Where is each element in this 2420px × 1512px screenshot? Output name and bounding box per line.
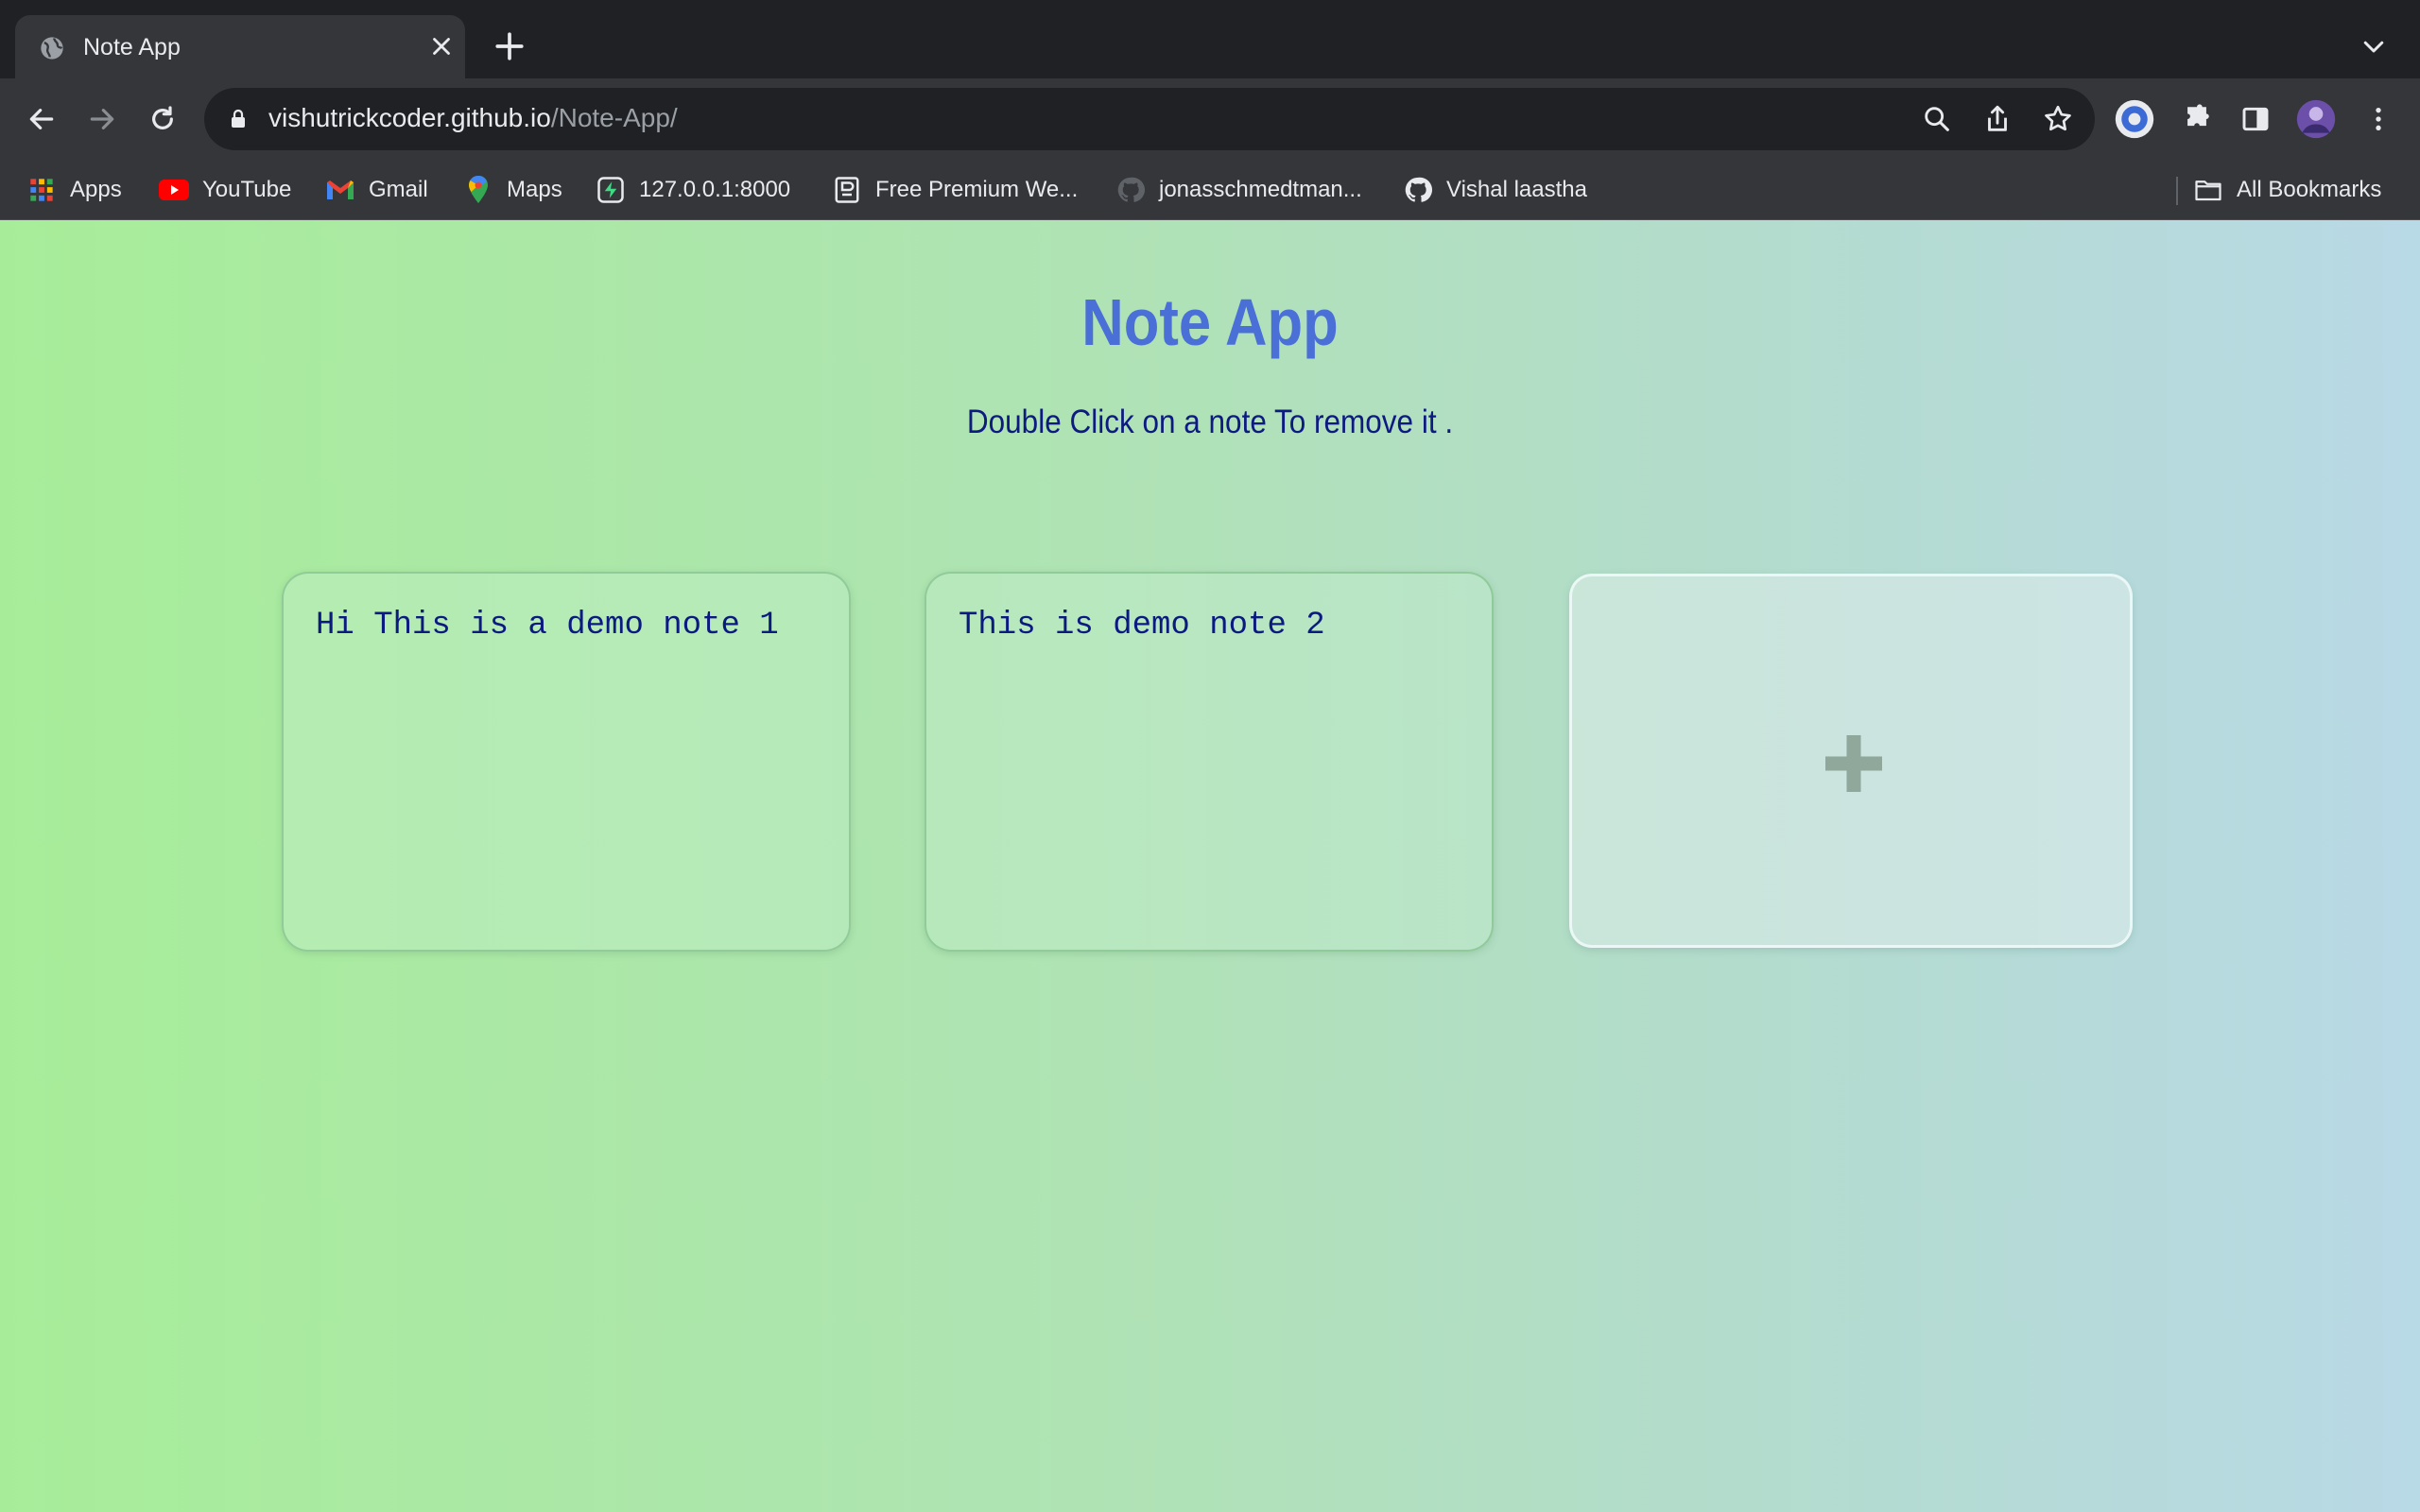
arrow-left-icon <box>29 109 54 129</box>
github-icon <box>1403 175 1433 205</box>
url-text[interactable]: vishutrickcoder.github.io/Note-App/ <box>268 103 678 133</box>
menu-button[interactable] <box>2358 98 2399 140</box>
forward-button[interactable] <box>81 98 123 140</box>
maps-icon <box>463 175 493 205</box>
bookmarks-divider <box>2176 177 2178 205</box>
bookmark-youtube[interactable]: YouTube <box>159 173 291 207</box>
bookmark-free-premium[interactable]: Free Premium We... <box>832 173 1078 207</box>
chevron-down-icon[interactable] <box>2360 32 2388 60</box>
side-panel-button[interactable] <box>2235 98 2276 140</box>
bookmark-label: jonasschmedtman... <box>1159 177 1362 202</box>
new-tab-icon[interactable] <box>493 30 526 62</box>
bookmark-apps[interactable]: Apps <box>26 173 122 207</box>
kebab-menu-icon <box>2376 108 2381 130</box>
browser-toolbar: vishutrickcoder.github.io/Note-App/ <box>0 78 2420 160</box>
note-text[interactable]: This is demo note 2 <box>959 608 1325 644</box>
bookmark-label: Apps <box>70 177 122 202</box>
bookmark-jonasschmedtmann[interactable]: jonasschmedtman... <box>1115 173 1362 207</box>
github-icon <box>1115 175 1146 205</box>
bookmark-label: Free Premium We... <box>875 177 1079 202</box>
folder-icon <box>2193 175 2223 205</box>
note-app-page: Note App Double Click on a note To remov… <box>0 220 2420 1512</box>
add-note-button[interactable] <box>1569 574 2133 948</box>
bookmark-gmail[interactable]: Gmail <box>325 173 428 207</box>
avatar-icon <box>2296 99 2336 139</box>
tab-title: Note App <box>83 34 181 60</box>
note-card[interactable]: Hi This is a demo note 1 <box>282 572 851 952</box>
close-icon[interactable] <box>427 32 456 60</box>
back-button[interactable] <box>21 98 62 140</box>
globe-icon <box>41 37 63 60</box>
bookmark-star-icon[interactable] <box>2042 103 2074 135</box>
bookmark-localhost[interactable]: 127.0.0.1:8000 <box>596 173 790 207</box>
lock-icon[interactable] <box>227 107 250 131</box>
bookmark-label: Maps <box>507 177 562 202</box>
all-bookmarks-label: All Bookmarks <box>2237 177 2382 202</box>
bookmark-vishal-laastha[interactable]: Vishal laastha <box>1403 173 1587 207</box>
puzzle-icon <box>2187 104 2209 127</box>
local-server-icon <box>596 175 626 205</box>
extension-logo-icon <box>2115 99 2154 139</box>
bookmark-label: Vishal laastha <box>1446 177 1587 202</box>
arrow-right-icon <box>90 109 114 129</box>
extension-icon[interactable] <box>2114 98 2155 140</box>
browser-tab[interactable]: Note App <box>15 15 465 78</box>
profile-avatar[interactable] <box>2295 98 2337 140</box>
youtube-icon <box>159 175 189 205</box>
zoom-search-icon[interactable] <box>1921 103 1953 135</box>
extensions-button[interactable] <box>2176 98 2218 140</box>
gmail-icon <box>325 175 355 205</box>
tab-strip: Note App <box>0 0 2420 78</box>
bookmark-maps[interactable]: Maps <box>463 173 562 207</box>
reload-button[interactable] <box>142 98 183 140</box>
bookmark-label: YouTube <box>202 177 292 202</box>
address-bar[interactable]: vishutrickcoder.github.io/Note-App/ <box>204 88 2095 150</box>
page-title: Note App <box>1081 285 1339 359</box>
share-icon[interactable] <box>1981 103 2014 135</box>
reload-icon <box>152 106 173 129</box>
url-host: vishutrickcoder.github.io <box>268 103 551 132</box>
premium-icon <box>832 175 862 205</box>
note-text[interactable]: Hi This is a demo note 1 <box>316 608 779 644</box>
all-bookmarks-button[interactable]: All Bookmarks <box>2193 173 2381 207</box>
apps-grid-icon <box>26 175 57 205</box>
plus-icon <box>1825 735 1882 792</box>
side-panel-icon <box>2242 107 2269 131</box>
note-card[interactable]: This is demo note 2 <box>925 572 1494 952</box>
bookmark-label: Gmail <box>369 177 428 202</box>
bookmarks-bar: Apps YouTube Gmail Maps 127.0.0.1:8000 F… <box>0 160 2420 220</box>
bookmark-label: 127.0.0.1:8000 <box>639 177 791 202</box>
url-path: /Note-App/ <box>550 103 678 132</box>
page-subtitle: Double Click on a note To remove it . <box>966 404 1454 440</box>
